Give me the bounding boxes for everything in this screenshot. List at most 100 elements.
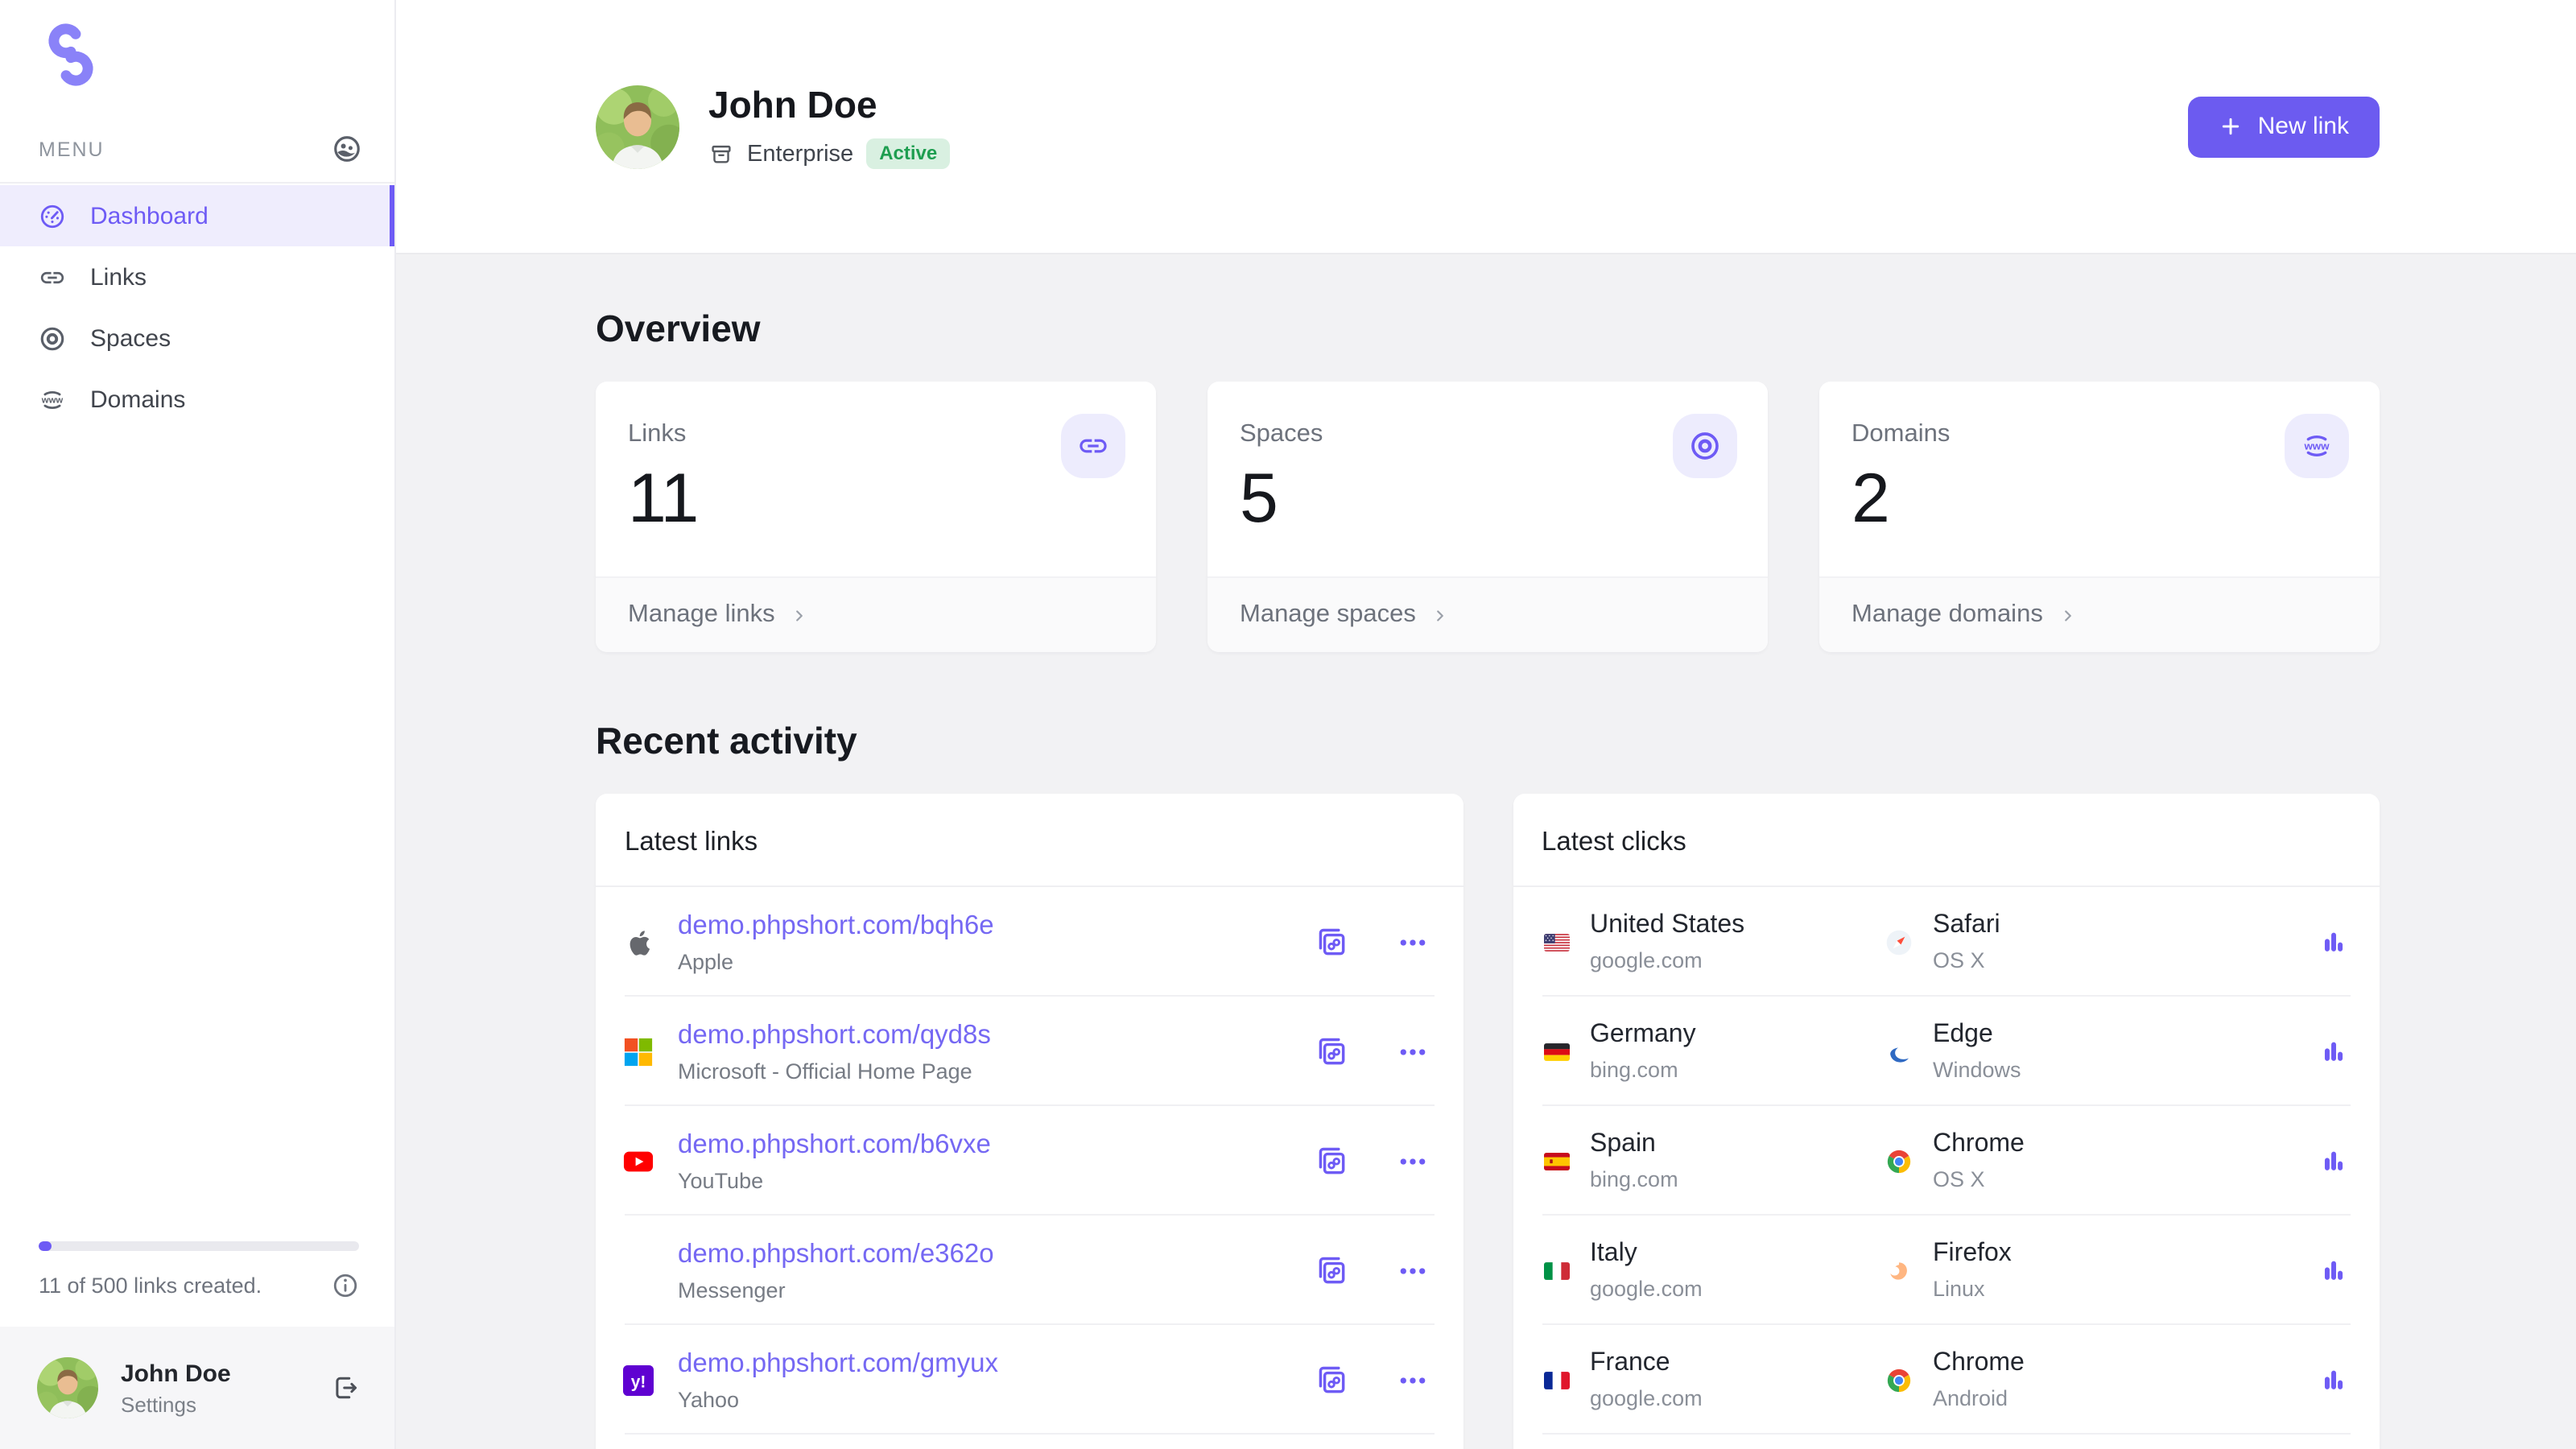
app-logo-icon[interactable] — [37, 21, 394, 89]
copy-link-icon[interactable] — [1313, 1362, 1348, 1397]
click-os: Android — [1933, 1386, 2025, 1410]
bar-chart-icon[interactable] — [2320, 927, 2347, 956]
short-link[interactable]: demo.phpshort.com/bqh6e — [678, 910, 994, 941]
click-os: Linux — [1933, 1277, 2012, 1301]
panel-title: Latest links — [596, 794, 1463, 887]
short-link[interactable]: demo.phpshort.com/gmyux — [678, 1348, 998, 1379]
manage-links-link[interactable]: Manage links — [596, 576, 1156, 652]
domains-card: Domains 2 Manage domains — [1819, 382, 2380, 652]
new-link-button[interactable]: New link — [2189, 96, 2380, 157]
link-row: demo.phpshort.com/bqh6e Apple — [596, 887, 1463, 997]
sidebar-item-label: Domains — [90, 386, 185, 413]
click-os: OS X — [1933, 1167, 2025, 1191]
us-flag-icon — [1543, 933, 1569, 951]
main-area: John Doe Enterprise Active New link Over… — [396, 0, 2576, 1449]
more-menu-icon[interactable] — [1397, 927, 1427, 957]
more-menu-icon[interactable] — [1397, 1255, 1427, 1286]
click-row: United States google.com Safari OS X — [1513, 887, 2380, 997]
links-usage-progress — [39, 1241, 359, 1251]
click-country: United States — [1590, 911, 1744, 940]
france-flag-icon — [1543, 1371, 1569, 1389]
copy-link-icon[interactable] — [1313, 1143, 1348, 1179]
card-label: Spaces — [1240, 420, 1736, 449]
link-row: demo.phpshort.com/b6vxe YouTube — [596, 1106, 1463, 1216]
firefox-icon — [1885, 1257, 1912, 1284]
links-usage: 11 of 500 links created. — [0, 1241, 394, 1327]
plus-icon — [2219, 114, 2244, 138]
click-row: Italy google.com Firefox Linux — [1513, 1216, 2380, 1325]
latest-links-panel: Latest links demo.phpshort.com/bqh6e App… — [596, 794, 1463, 1449]
click-row: France google.com Chrome Android — [1513, 1325, 2380, 1435]
more-menu-icon[interactable] — [1397, 1146, 1427, 1176]
topbar: John Doe Enterprise Active New link — [396, 0, 2576, 254]
sidebar: MENU Dashboard Links Spaces Domains — [0, 0, 396, 1449]
click-browser: Chrome — [1933, 1130, 2025, 1159]
click-referrer: google.com — [1590, 1277, 1703, 1301]
link-title: Microsoft - Official Home Page — [678, 1059, 991, 1083]
manage-spaces-link[interactable]: Manage spaces — [1208, 576, 1768, 652]
manage-domains-link[interactable]: Manage domains — [1819, 576, 2380, 652]
click-referrer: bing.com — [1590, 1058, 1696, 1082]
chrome-icon — [1885, 1147, 1912, 1174]
card-action-label: Manage links — [628, 601, 775, 630]
more-menu-icon[interactable] — [1397, 1364, 1427, 1395]
click-country: Italy — [1590, 1240, 1703, 1269]
menu-header: MENU — [0, 134, 394, 164]
info-icon[interactable] — [332, 1272, 359, 1299]
messenger-favicon — [623, 1255, 654, 1286]
target-icon — [39, 324, 66, 352]
overview-cards: Links 11 Manage links Spaces 5 — [596, 382, 2380, 652]
plan-status-badge: Active — [866, 138, 950, 169]
card-value: 5 — [1240, 460, 1736, 539]
link-row: demo.phpshort.com/qyd8s Microsoft - Offi… — [596, 997, 1463, 1106]
www-globe-icon — [2285, 414, 2349, 478]
chevron-right-icon — [2059, 606, 2077, 624]
click-browser: Edge — [1933, 1021, 2021, 1050]
sidebar-divider — [0, 182, 394, 184]
sidebar-item-links[interactable]: Links — [0, 246, 394, 308]
short-link[interactable]: demo.phpshort.com/qyd8s — [678, 1020, 991, 1051]
chain-link-icon — [1061, 414, 1125, 478]
link-title: Apple — [678, 949, 994, 973]
copy-link-icon[interactable] — [1313, 1034, 1348, 1069]
new-link-label: New link — [2258, 113, 2349, 140]
user-settings-link[interactable]: Settings — [121, 1392, 231, 1416]
recent-activity-title: Recent activity — [596, 720, 2380, 763]
user-avatar — [37, 1357, 98, 1418]
chevron-right-icon — [791, 606, 809, 624]
card-value: 11 — [628, 460, 1124, 539]
copy-link-icon[interactable] — [1313, 924, 1348, 960]
sidebar-item-domains[interactable]: Domains — [0, 369, 394, 430]
spaces-card: Spaces 5 Manage spaces — [1208, 382, 1768, 652]
click-os: OS X — [1933, 948, 2000, 972]
safari-icon — [1885, 928, 1912, 956]
latest-clicks-panel: Latest clicks United States google.com — [1513, 794, 2380, 1449]
bar-chart-icon[interactable] — [2320, 1256, 2347, 1285]
sidebar-user[interactable]: John Doe Settings — [0, 1327, 394, 1449]
archive-box-icon — [708, 141, 734, 167]
chain-link-icon — [39, 263, 66, 291]
bar-chart-icon[interactable] — [2320, 1146, 2347, 1175]
copy-link-icon[interactable] — [1313, 1253, 1348, 1288]
card-action-label: Manage domains — [1852, 601, 2043, 630]
more-menu-icon[interactable] — [1397, 1036, 1427, 1067]
chrome-icon — [1885, 1366, 1912, 1393]
sidebar-item-dashboard[interactable]: Dashboard — [0, 185, 394, 246]
edge-icon — [1885, 1038, 1912, 1065]
bar-chart-icon[interactable] — [2320, 1365, 2347, 1394]
short-link[interactable]: demo.phpshort.com/b6vxe — [678, 1129, 991, 1160]
short-link[interactable]: demo.phpshort.com/e362o — [678, 1239, 994, 1269]
bar-chart-icon[interactable] — [2320, 1037, 2347, 1066]
click-country: Germany — [1590, 1021, 1696, 1050]
italy-flag-icon — [1543, 1261, 1569, 1279]
sidebar-item-spaces[interactable]: Spaces — [0, 308, 394, 369]
logout-icon[interactable] — [332, 1373, 361, 1402]
content: Overview Links 11 Manage links Spac — [396, 254, 2576, 1449]
user-name: John Doe — [121, 1360, 231, 1387]
card-action-label: Manage spaces — [1240, 601, 1416, 630]
germany-flag-icon — [1543, 1042, 1569, 1060]
menu-label: MENU — [39, 138, 105, 160]
youtube-favicon — [623, 1146, 654, 1176]
theme-mask-icon[interactable] — [332, 134, 362, 164]
plan-name: Enterprise — [747, 141, 853, 167]
